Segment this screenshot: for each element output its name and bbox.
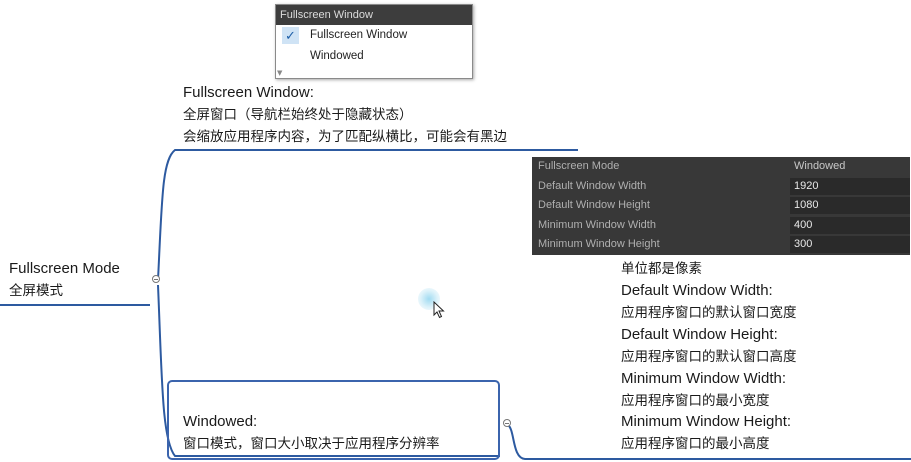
setting-label: Minimum Window Height [538,238,660,251]
notes-default-height-title: Default Window Height: [621,326,778,343]
setting-row-default-window-height: Default Window Height 1080 [532,196,910,216]
notes-default-width-desc: 应用程序窗口的默认窗口宽度 [621,305,797,321]
setting-value-field[interactable]: 400 [790,216,910,234]
notes-default-height-desc: 应用程序窗口的默认窗口高度 [621,349,797,365]
fullscreen-mode-dropdown: Fullscreen Window ✓ Fullscreen Window Wi… [275,4,473,79]
checkmark-icon: ✓ [282,27,299,44]
notes-minimum-width-desc: 应用程序窗口的最小宽度 [621,393,770,409]
setting-row-fullscreen-mode: Fullscreen Mode Windowed [532,157,910,177]
fullscreen-window-desc-2: 会缩放应用程序内容，为了匹配纵横比，可能会有黑边 [183,129,507,145]
windowed-title: Windowed: [183,413,258,430]
notes-minimum-width-title: Minimum Window Width: [621,370,787,387]
setting-label: Default Window Height [538,199,650,212]
windowed-desc: 窗口模式，窗口大小取决于应用程序分辨率 [183,436,440,452]
setting-row-default-window-width: Default Window Width 1920 [532,177,910,197]
setting-row-minimum-window-height: Minimum Window Height 300 [532,235,910,255]
notes-minimum-height-desc: 应用程序窗口的最小高度 [621,436,770,452]
fullscreen-window-desc-1: 全屏窗口（导航栏始终处于隐藏状态） [183,107,413,123]
dropdown-header: Fullscreen Window [276,5,472,25]
setting-label: Minimum Window Width [538,218,656,231]
root-collapse-icon[interactable] [152,275,160,283]
dropdown-option-label: Fullscreen Window [310,29,408,41]
root-node-title: Fullscreen Mode [9,260,120,277]
root-node-subtitle: 全屏模式 [9,283,63,299]
fullscreen-window-title: Fullscreen Window: [183,84,314,101]
setting-label: Fullscreen Mode [538,160,620,172]
dropdown-option-fullscreen-window[interactable]: ✓ Fullscreen Window [276,25,472,46]
branch-to-fullscreen [157,149,578,281]
dropdown-option-label: Windowed [310,50,364,62]
dropdown-arrow-icon: ▼ [277,69,283,77]
windowed-collapse-icon[interactable] [503,419,511,427]
setting-value-field[interactable]: 1920 [790,177,910,195]
setting-row-minimum-window-width: Minimum Window Width 400 [532,216,910,236]
setting-value-field[interactable]: 1080 [790,197,910,215]
notes-minimum-height-title: Minimum Window Height: [621,413,792,430]
setting-label: Default Window Width [538,179,647,192]
player-settings-panel: Fullscreen Mode Windowed Default Window … [532,157,910,255]
dropdown-option-windowed[interactable]: Windowed [276,46,472,67]
notes-unit: 单位都是像素 [621,261,702,277]
setting-value-dropdown[interactable]: Windowed [790,158,910,175]
setting-value-field[interactable]: 300 [790,236,910,254]
notes-default-width-title: Default Window Width: [621,282,773,299]
mouse-pointer-icon [433,301,445,319]
